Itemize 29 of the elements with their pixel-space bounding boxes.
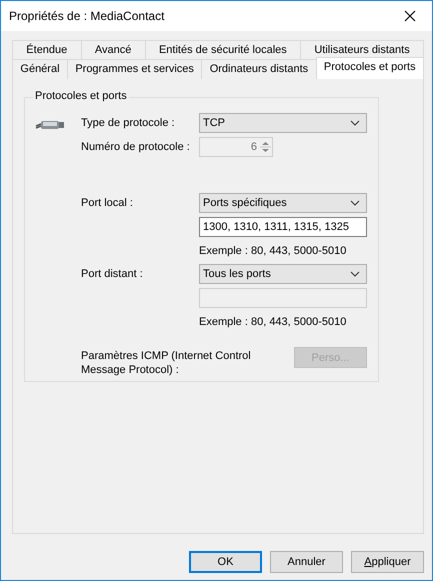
close-icon bbox=[404, 10, 416, 22]
dropdown[interactable]: Ports spécifiques bbox=[199, 193, 367, 213]
dialog-button[interactable]: OK bbox=[189, 551, 262, 573]
tab[interactable]: Avancé bbox=[80, 40, 145, 59]
tab[interactable]: Protocoles et ports bbox=[316, 57, 424, 79]
field-label: Paramètres ICMP (Internet Control Message Protocol) : bbox=[81, 349, 252, 377]
spin-arrows-icon bbox=[260, 139, 271, 155]
group-title: Protocoles et ports bbox=[33, 90, 129, 102]
chevron-down-icon bbox=[350, 120, 360, 126]
hint-text: Exemple : 80, 443, 5000-5010 bbox=[199, 244, 346, 259]
hint-text: Exemple : 80, 443, 5000-5010 bbox=[199, 315, 346, 330]
chevron-down-icon bbox=[350, 200, 360, 206]
chevron-down-icon bbox=[350, 271, 360, 277]
tab[interactable]: Entités de sécurité locales bbox=[144, 40, 300, 59]
field-label: Numéro de protocole : bbox=[81, 140, 190, 154]
field-label: Port distant : bbox=[81, 267, 143, 281]
input-field[interactable]: 1300, 1310, 1311, 1315, 1325 bbox=[199, 217, 367, 237]
dialog-button[interactable]: Appliquer bbox=[351, 551, 424, 573]
dropdown[interactable]: Tous les ports bbox=[199, 264, 367, 284]
dropdown[interactable]: TCP bbox=[199, 113, 367, 133]
tab[interactable]: Étendue bbox=[12, 40, 81, 59]
tab[interactable]: Utilisateurs distants bbox=[300, 40, 424, 59]
field-label: Port local : bbox=[81, 196, 133, 210]
tab[interactable]: Général bbox=[12, 59, 67, 79]
window-title: Propriétés de : MediaContact bbox=[9, 9, 164, 23]
dialog-button[interactable]: Annuler bbox=[270, 551, 343, 573]
field-label: Type de protocole : bbox=[81, 116, 175, 130]
tab[interactable]: Ordinateurs distants bbox=[201, 59, 316, 79]
tab[interactable]: Programmes et services bbox=[66, 59, 202, 79]
